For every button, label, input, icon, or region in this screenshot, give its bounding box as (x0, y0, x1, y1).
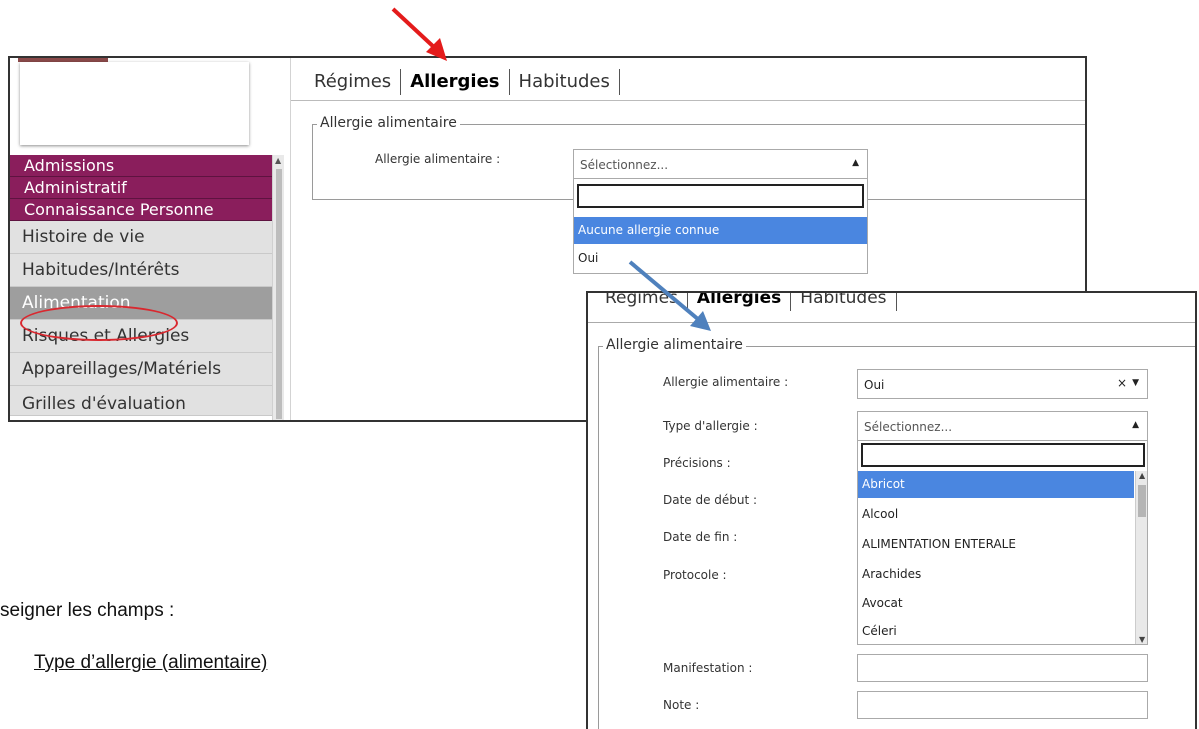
resident-photo (20, 62, 249, 145)
dropdown-scrollbar[interactable]: ▲ ▼ (1135, 471, 1147, 644)
select-placeholder: Sélectionnez... (864, 420, 953, 434)
instruction-text: seigner les champs : (0, 600, 175, 621)
highlight-circle-annotation (20, 305, 178, 341)
tab-allergies[interactable]: Allergies (401, 69, 510, 95)
label-manifestation: Manifestation : (663, 661, 753, 675)
divider (588, 322, 1195, 323)
note-input[interactable] (857, 691, 1148, 719)
scroll-up-icon[interactable]: ▲ (1139, 471, 1145, 480)
scroll-down-icon[interactable]: ▼ (1139, 635, 1145, 644)
tab-allergies[interactable]: Allergies (688, 293, 792, 311)
tab-regimes[interactable]: Régimes (305, 69, 402, 95)
dropdown-list: Abricot Alcool ALIMENTATION ENTERALE Ara… (857, 440, 1148, 645)
sidebar-menu: Admissions Administratif Connaissance Pe… (10, 155, 272, 420)
caret-up-icon[interactable]: ▲ (1132, 420, 1139, 430)
dropdown-search-input[interactable] (861, 443, 1145, 467)
scroll-thumb[interactable] (276, 169, 282, 419)
sidebar-item-grilles-evaluation[interactable]: Grilles d'évaluation (10, 386, 272, 416)
sidebar-scrollbar[interactable]: ▲ (272, 155, 284, 420)
clear-icon[interactable]: × (1117, 376, 1127, 390)
tab-regimes[interactable]: Régimes (596, 293, 688, 311)
manifestation-input[interactable] (857, 654, 1148, 682)
label-protocole: Protocole : (663, 568, 727, 582)
label-allergie-alimentaire: Allergie alimentaire : (375, 152, 501, 166)
dropdown-option-celeri[interactable]: Céleri (858, 618, 1134, 645)
label-date-fin: Date de fin : (663, 530, 738, 544)
tab-bar: Régimes Allergies Habitudes (596, 293, 897, 311)
allergie-alimentaire-select[interactable]: Oui × ▼ (857, 369, 1148, 399)
divider (290, 58, 291, 420)
sidebar-item-habitudes-interets[interactable]: Habitudes/Intérêts (10, 254, 272, 287)
allergie-alimentaire-select[interactable]: Sélectionnez... ▲ (573, 149, 868, 179)
dropdown-list: Aucune allergie connue Oui (573, 178, 868, 274)
sidebar-section-administratif[interactable]: Administratif (10, 177, 272, 199)
label-type-allergie: Type d'allergie : (663, 419, 758, 433)
label-allergie-alimentaire: Allergie alimentaire : (663, 375, 789, 389)
label-precisions: Précisions : (663, 456, 731, 470)
sidebar-item-appareillages[interactable]: Appareillages/Matériels (10, 353, 272, 386)
dropdown-option-alcool[interactable]: Alcool (858, 501, 1134, 528)
label-note: Note : (663, 698, 700, 712)
dropdown-option-arachides[interactable]: Arachides (858, 561, 1134, 588)
fieldset-legend: Allergie alimentaire (317, 115, 460, 131)
tab-bar: Régimes Allergies Habitudes (305, 69, 620, 95)
sidebar-item-histoire-de-vie[interactable]: Histoire de vie (10, 221, 272, 254)
type-allergie-select[interactable]: Sélectionnez... ▲ (857, 411, 1148, 441)
dropdown-option-aucune[interactable]: Aucune allergie connue (574, 217, 867, 244)
scroll-thumb[interactable] (1138, 485, 1146, 517)
caret-up-icon[interactable]: ▲ (852, 158, 859, 168)
scroll-up-icon[interactable]: ▲ (275, 156, 281, 165)
dropdown-option-oui[interactable]: Oui (574, 245, 867, 272)
tab-habitudes[interactable]: Habitudes (510, 69, 620, 95)
sidebar-section-connaissance-personne[interactable]: Connaissance Personne (10, 199, 272, 221)
label-date-debut: Date de début : (663, 493, 758, 507)
dropdown-option-alimentation-enterale[interactable]: ALIMENTATION ENTERALE (858, 531, 1134, 558)
dropdown-option-abricot[interactable]: Abricot (858, 471, 1134, 498)
red-arrow-to-allergies-tab (391, 7, 438, 51)
select-value: Oui (864, 378, 885, 392)
divider (291, 100, 1085, 101)
tab-habitudes[interactable]: Habitudes (791, 293, 897, 311)
screenshot-allergy-type-dropdown: Régimes Allergies Habitudes Allergie ali… (586, 291, 1197, 729)
sidebar-section-admissions[interactable]: Admissions (10, 155, 272, 177)
caret-down-icon[interactable]: ▼ (1132, 378, 1139, 388)
fieldset-legend: Allergie alimentaire (603, 337, 746, 353)
select-placeholder: Sélectionnez... (580, 158, 669, 172)
dropdown-search-input[interactable] (577, 184, 864, 208)
instruction-heading: Type d’allergie (alimentaire) (34, 652, 268, 673)
dropdown-option-avocat[interactable]: Avocat (858, 590, 1134, 617)
